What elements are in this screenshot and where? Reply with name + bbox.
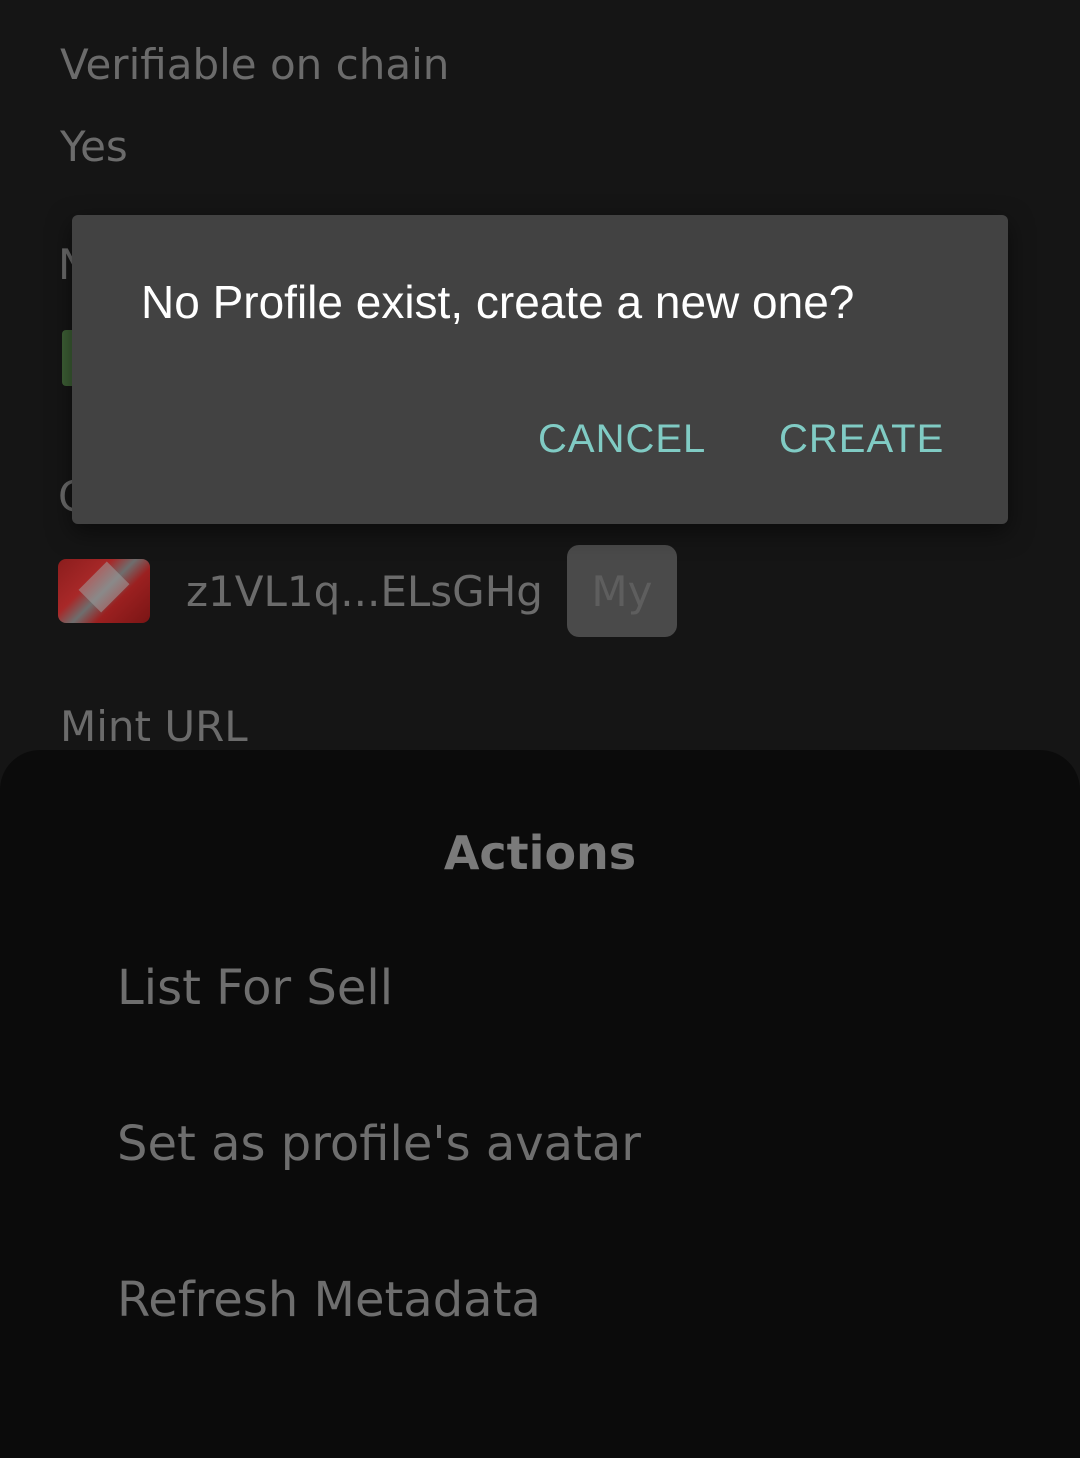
- actions-sheet: Actions List For Sell Set as profile's a…: [0, 750, 1080, 1458]
- my-badge: My: [566, 545, 677, 637]
- verifiable-value: Yes: [60, 122, 128, 171]
- create-profile-dialog: No Profile exist, create a new one? CANC…: [72, 215, 1008, 524]
- dialog-message: No Profile exist, create a new one?: [141, 276, 855, 328]
- action-set-profile-avatar[interactable]: Set as profile's avatar: [117, 1120, 641, 1168]
- action-refresh-metadata[interactable]: Refresh Metadata: [117, 1276, 541, 1324]
- owner-row[interactable]: z1VL1q...ELsGHg My: [58, 545, 677, 637]
- actions-title: Actions: [443, 826, 637, 880]
- cancel-button[interactable]: CANCEL: [538, 419, 706, 459]
- mint-url-label: Mint URL: [60, 702, 248, 751]
- create-button[interactable]: CREATE: [779, 419, 944, 459]
- owner-address: z1VL1q...ELsGHg: [186, 566, 543, 616]
- verifiable-label: Verifiable on chain: [60, 40, 450, 89]
- action-list-for-sell[interactable]: List For Sell: [117, 964, 393, 1012]
- owner-avatar: [58, 559, 150, 623]
